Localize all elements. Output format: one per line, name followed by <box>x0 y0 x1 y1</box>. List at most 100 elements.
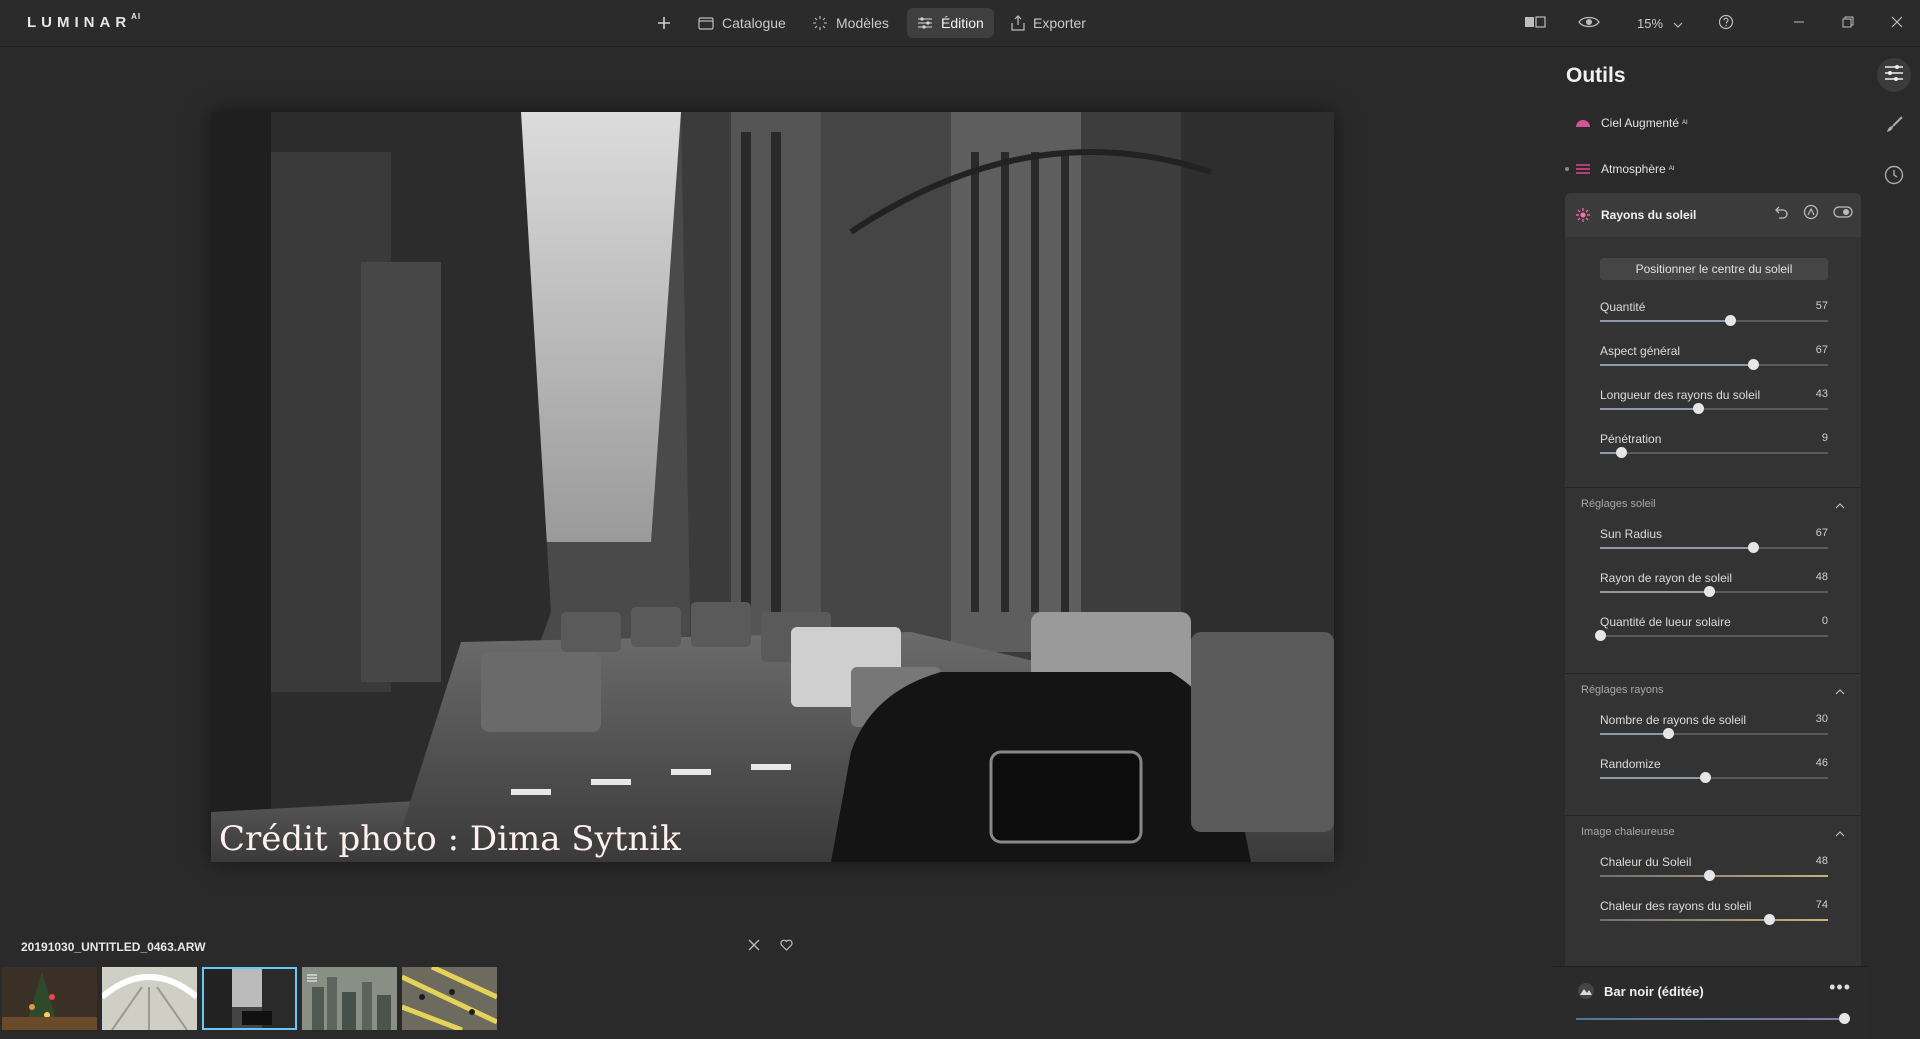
edit-sliders-icon <box>917 16 933 30</box>
chevron-up-icon[interactable] <box>1835 682 1845 700</box>
slider-track[interactable] <box>1600 315 1828 326</box>
rail-tools-button[interactable] <box>1877 58 1911 92</box>
minimize-button[interactable] <box>1793 8 1805 38</box>
slider-knob[interactable] <box>1595 630 1606 641</box>
slider-label: Pénétration <box>1600 432 1662 446</box>
slider[interactable]: Nombre de rayons de soleil 30 <box>1600 713 1828 743</box>
slider-label: Longueur des rayons du soleil <box>1600 388 1761 402</box>
slider-track[interactable] <box>1595 630 1828 641</box>
slider-knob[interactable] <box>1704 586 1716 597</box>
undo-icon <box>1773 206 1789 223</box>
thumbnail[interactable] <box>302 967 397 1030</box>
slider-value[interactable]: 48 <box>1816 855 1828 867</box>
nav-catalogue[interactable]: Catalogue <box>698 8 786 38</box>
slider[interactable]: Rayon de rayon de soleil 48 <box>1600 571 1828 601</box>
photo-canvas[interactable]: Crédit photo : Dima Sytnik <box>211 112 1334 862</box>
slider-track[interactable] <box>1600 542 1828 553</box>
slider[interactable]: Chaleur du Soleil 48 <box>1600 855 1828 885</box>
help-button[interactable] <box>1718 8 1734 38</box>
preset-more-button[interactable]: ••• <box>1829 977 1851 998</box>
slider-value[interactable]: 30 <box>1816 713 1828 725</box>
zoom-value: 15% <box>1637 15 1664 31</box>
slider-value[interactable]: 46 <box>1816 757 1828 769</box>
nav-modeles[interactable]: Modèles <box>812 8 889 38</box>
slider[interactable]: Quantité de lueur solaire 0 <box>1595 615 1828 645</box>
slider-knob[interactable] <box>1724 315 1736 326</box>
slider-value[interactable]: 67 <box>1816 527 1828 539</box>
add-button[interactable] <box>656 8 680 38</box>
sliders-icon <box>1884 64 1904 87</box>
mask-button[interactable] <box>1803 204 1819 223</box>
slider[interactable]: Quantité 57 <box>1600 300 1828 330</box>
visibility-toggle[interactable] <box>1833 204 1853 223</box>
slider-knob[interactable] <box>1699 772 1711 783</box>
slider[interactable]: Sun Radius 67 <box>1600 527 1828 557</box>
position-sun-button[interactable]: Positionner le centre du soleil <box>1600 258 1828 280</box>
sky-icon <box>1575 118 1591 128</box>
slider-knob[interactable] <box>1747 359 1759 370</box>
slider-knob[interactable] <box>1663 728 1675 739</box>
slider-track[interactable] <box>1600 359 1828 370</box>
slider-value[interactable]: 43 <box>1816 388 1828 400</box>
slider-knob[interactable] <box>1839 1013 1850 1024</box>
preset-amount-slider[interactable] <box>1576 1013 1850 1024</box>
nav-edition[interactable]: Édition <box>907 8 994 38</box>
slider[interactable]: Aspect général 67 <box>1600 344 1828 374</box>
tool-atmosphere[interactable]: Atmosphère AI <box>1565 154 1855 184</box>
nav-exporter[interactable]: Exporter <box>1011 8 1086 38</box>
top-bar: LUMINARAI Catalogue Modèles Édition Expo… <box>0 0 1920 47</box>
slider[interactable]: Chaleur des rayons du soleil 74 <box>1600 899 1828 929</box>
slider-value[interactable]: 0 <box>1822 615 1828 627</box>
compare-icon <box>1524 15 1546 32</box>
close-window-button[interactable] <box>1891 8 1903 38</box>
nav-edition-label: Édition <box>941 15 984 31</box>
compare-button[interactable] <box>1524 8 1546 38</box>
thumbnail[interactable] <box>402 967 497 1030</box>
chevron-up-icon[interactable] <box>1835 496 1845 514</box>
restore-button[interactable] <box>1842 8 1854 38</box>
slider[interactable]: Pénétration 9 <box>1600 432 1828 462</box>
chevron-up-icon[interactable] <box>1835 824 1845 842</box>
photo-credit: Crédit photo : Dima Sytnik <box>219 819 681 859</box>
slider-fill <box>1600 919 1769 921</box>
slider-value[interactable]: 74 <box>1816 899 1828 911</box>
thumbnail-selected[interactable] <box>202 967 297 1030</box>
side-rail <box>1868 46 1920 1038</box>
slider-fill <box>1600 777 1705 779</box>
slider-knob[interactable] <box>1704 870 1716 881</box>
thumbnail[interactable] <box>102 967 197 1030</box>
clock-icon <box>1884 165 1904 190</box>
undo-button[interactable] <box>1773 204 1789 223</box>
slider-track[interactable] <box>1600 914 1828 925</box>
preset-name: Bar noir (éditée) <box>1604 984 1704 999</box>
slider-value[interactable]: 57 <box>1816 300 1828 312</box>
rail-brush-button[interactable] <box>1877 110 1911 144</box>
slider-value[interactable]: 67 <box>1816 344 1828 356</box>
slider-track[interactable] <box>1600 447 1828 458</box>
slider-track[interactable] <box>1600 728 1828 739</box>
preview-button[interactable] <box>1578 8 1600 38</box>
zoom-dropdown[interactable]: 15% <box>1637 8 1683 38</box>
slider-value[interactable]: 48 <box>1816 571 1828 583</box>
tool-ciel-augmente[interactable]: Ciel Augmenté AI <box>1565 108 1855 138</box>
rail-history-button[interactable] <box>1877 160 1911 194</box>
slider-label: Sun Radius <box>1600 527 1663 541</box>
slider-knob[interactable] <box>1615 447 1627 458</box>
slider[interactable]: Randomize 46 <box>1600 757 1828 787</box>
slider-knob[interactable] <box>1747 542 1759 553</box>
slider-knob[interactable] <box>1763 914 1775 925</box>
slider-fill <box>1600 320 1730 322</box>
thumbnail[interactable] <box>2 967 97 1030</box>
slider[interactable]: Longueur des rayons du soleil 43 <box>1600 388 1828 418</box>
favorite-button[interactable] <box>780 938 793 956</box>
slider-track[interactable] <box>1600 870 1828 881</box>
preset-bar: Bar noir (éditée) ••• <box>1553 966 1867 1039</box>
slider-track[interactable] <box>1600 772 1828 783</box>
slider-track[interactable] <box>1600 586 1828 597</box>
sunrays-header[interactable]: Rayons du soleil <box>1565 193 1861 237</box>
heart-icon <box>780 938 793 955</box>
reject-button[interactable] <box>748 938 760 956</box>
slider-value[interactable]: 9 <box>1822 432 1828 444</box>
slider-track[interactable] <box>1600 403 1828 414</box>
slider-knob[interactable] <box>1693 403 1705 414</box>
